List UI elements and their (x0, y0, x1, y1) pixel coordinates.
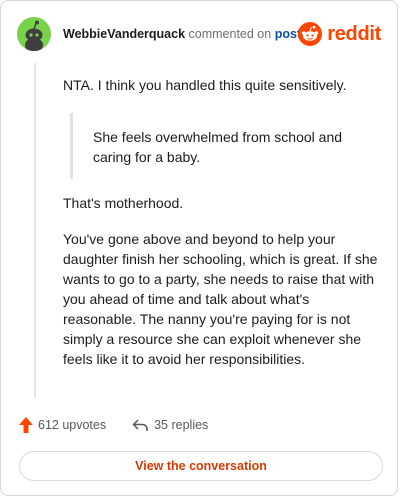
post-link[interactable]: post (275, 27, 301, 41)
reddit-brand[interactable]: reddit (298, 21, 381, 47)
comment-stats: 612 upvotes 35 replies (19, 415, 379, 435)
view-conversation-label: View the conversation (135, 459, 267, 473)
comment-paragraph: That's motherhood. (63, 195, 184, 211)
snoo-avatar-icon[interactable] (17, 17, 51, 51)
thread-line (34, 63, 36, 398)
view-conversation-button[interactable]: View the conversation (19, 451, 383, 481)
comment-paragraph: NTA. I think you handled this quite sens… (63, 77, 347, 93)
reddit-logo-icon (298, 22, 323, 46)
embedded-comment-card: WebbieVanderquack commented on post redd… (0, 0, 398, 496)
comment-body: NTA. I think you handled this quite sens… (63, 75, 383, 369)
upvote-count: 612 upvotes (38, 418, 107, 432)
reply-arrow-icon (132, 419, 148, 431)
replies-stat[interactable]: 35 replies (132, 418, 208, 432)
username-link[interactable]: WebbieVanderquack (63, 27, 185, 41)
blockquote: She feels overwhelmed from school and ca… (70, 113, 383, 179)
reply-count: 35 replies (154, 418, 209, 432)
commented-on-text: commented on (188, 27, 272, 41)
comment-header: WebbieVanderquack commented on post redd… (17, 17, 381, 51)
upvote-arrow-icon (19, 417, 33, 433)
comment-meta: WebbieVanderquack commented on post (63, 26, 301, 42)
quote-text: She feels overwhelmed from school and ca… (93, 129, 343, 165)
comment-paragraph: You've gone above and beyond to help you… (63, 231, 378, 367)
upvote-stat[interactable]: 612 upvotes (19, 417, 106, 433)
brand-wordmark: reddit (327, 22, 381, 45)
